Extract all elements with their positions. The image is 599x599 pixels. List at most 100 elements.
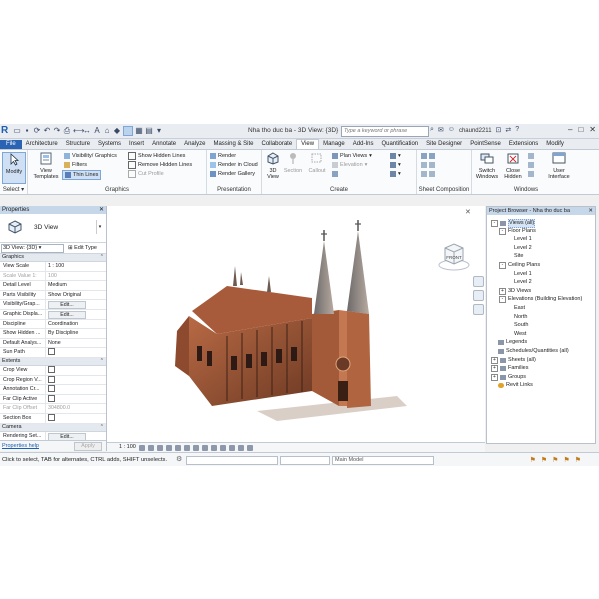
save-icon[interactable]: ▪ — [23, 126, 31, 135]
filters-button[interactable]: Filters — [64, 161, 87, 169]
cut-profile-button[interactable]: Cut Profile — [128, 170, 164, 178]
property-value[interactable] — [46, 375, 106, 385]
checkbox[interactable] — [48, 348, 55, 356]
tab-structure[interactable]: Structure — [62, 140, 94, 149]
property-row[interactable]: Section Box — [0, 413, 106, 424]
property-value[interactable]: Edit... — [46, 432, 106, 441]
browser-node[interactable]: + Families — [491, 365, 528, 373]
property-value[interactable]: 100 — [46, 272, 106, 281]
section-icon[interactable]: ◆ — [113, 126, 121, 135]
remove-hidden-lines-button[interactable]: Remove Hidden Lines — [128, 161, 192, 169]
group-camera[interactable]: Camera ⌃ — [0, 423, 106, 432]
3d-view-canvas[interactable] — [107, 206, 485, 442]
property-value[interactable] — [46, 348, 106, 357]
exchange-icon[interactable]: ⇄ — [505, 126, 511, 136]
property-row[interactable]: Visibility/Grap... Edit... — [0, 300, 106, 310]
apply-button[interactable]: Apply — [74, 442, 102, 451]
worksharing-icon[interactable] — [228, 444, 235, 451]
pan-icon[interactable] — [473, 304, 484, 315]
property-value[interactable]: Medium — [46, 281, 106, 290]
browser-node[interactable]: + Sheets (all) — [491, 356, 536, 364]
open-icon[interactable]: ▭ — [13, 126, 21, 135]
user-interface-button[interactable]: User Interface — [544, 152, 574, 180]
chevron-down-icon[interactable]: ▾ — [96, 220, 103, 234]
checkbox[interactable] — [48, 385, 55, 393]
lock-view-icon[interactable] — [201, 444, 208, 451]
tab-quantification[interactable]: Quantification — [377, 140, 422, 149]
cart-icon[interactable]: ⊡ — [496, 126, 502, 136]
browser-node[interactable]: - Ceiling Plans — [499, 262, 540, 269]
browser-node[interactable]: - Elevations (Building Elevation) — [499, 296, 582, 304]
property-row[interactable]: Scale Value 1: 100 — [0, 271, 106, 282]
maximize-icon[interactable]: □ — [578, 125, 583, 134]
property-row[interactable]: Annotation Cr... — [0, 385, 106, 395]
tab-site-designer[interactable]: Site Designer — [422, 140, 466, 149]
subscription-icon[interactable]: ✉ — [438, 126, 444, 136]
close-hidden-button[interactable]: Close Hidden — [502, 152, 524, 180]
user-icon[interactable]: ☺ — [448, 126, 455, 136]
browser-node[interactable]: Level 2 — [514, 279, 532, 286]
browser-node[interactable]: Legends — [498, 339, 527, 346]
property-value[interactable]: 304800.0 — [46, 404, 106, 413]
thin-lines-button[interactable]: Thin Lines — [62, 170, 102, 180]
expand-icon[interactable]: + — [499, 287, 506, 295]
tab-extensions[interactable]: Extensions — [505, 140, 542, 149]
type-selector[interactable]: 3D View ▾ — [0, 214, 106, 243]
collapse-icon[interactable]: - — [499, 262, 506, 269]
app-logo[interactable]: R — [1, 125, 11, 137]
expand-icon[interactable]: + — [491, 373, 498, 381]
user-name[interactable]: chaund2211 — [459, 126, 492, 136]
tab-add-ins[interactable]: Add-Ins — [349, 140, 378, 149]
sync-icon[interactable]: ⟳ — [33, 126, 41, 135]
tab-architecture[interactable]: Architecture — [22, 140, 62, 149]
section-button[interactable]: Section — [283, 152, 303, 174]
close-icon[interactable]: ✕ — [589, 125, 596, 134]
checkbox[interactable] — [48, 394, 55, 402]
callout-button[interactable]: Callout — [306, 152, 328, 174]
collapse-icon[interactable]: - — [499, 296, 506, 304]
checkbox[interactable] — [48, 366, 55, 374]
group-extents[interactable]: Extents ⌃ — [0, 357, 106, 366]
browser-node[interactable]: Revit Links — [498, 382, 533, 389]
tab-massing-site[interactable]: Massing & Site — [209, 140, 257, 149]
3d-view-button[interactable]: 3D View — [264, 152, 282, 180]
browser-node[interactable]: Level 1 — [514, 236, 532, 243]
browser-node[interactable]: Schedules/Quantities (all) — [498, 348, 569, 355]
edit-button[interactable]: Edit... — [48, 301, 86, 309]
property-value[interactable]: Coordination — [46, 320, 106, 329]
property-row[interactable]: Graphic Displa... Edit... — [0, 309, 106, 320]
collapse-icon[interactable]: ⌃ — [100, 424, 104, 431]
tab-pointsense[interactable]: PointSense — [466, 140, 505, 149]
hide-isolate-icon[interactable] — [210, 444, 217, 451]
browser-node[interactable]: North — [514, 314, 527, 321]
visibility-graphics-button[interactable]: Visibility/ Graphics — [64, 152, 117, 160]
design-option-field[interactable] — [280, 456, 330, 465]
property-value[interactable] — [46, 385, 106, 394]
sheet-button[interactable] — [421, 152, 435, 160]
collapse-icon[interactable]: - — [499, 227, 506, 235]
group-graphics[interactable]: Graphics ⌃ — [0, 254, 106, 262]
constraints-icon[interactable] — [246, 444, 253, 451]
shadows-icon[interactable] — [165, 444, 172, 451]
collapse-icon[interactable]: - — [491, 220, 498, 227]
elevation-button[interactable]: Elevation ▾ — [332, 161, 367, 169]
tab-file[interactable]: File — [0, 140, 22, 149]
print-icon[interactable]: ⎙ — [63, 126, 71, 135]
property-row[interactable]: Default Analys... None — [0, 338, 106, 349]
search-icon[interactable]: ⌕ — [430, 126, 434, 136]
browser-node[interactable]: East — [514, 305, 525, 312]
close-icon[interactable]: ✕ — [465, 208, 471, 216]
property-value[interactable] — [46, 366, 106, 375]
replicate-button[interactable] — [528, 152, 534, 160]
property-row[interactable]: Show Hidden ... By Discipline — [0, 329, 106, 339]
render-gallery-button[interactable]: Render Gallery — [210, 170, 255, 178]
view-selector[interactable]: 3D View: {3D} ▾ — [1, 244, 64, 253]
tab-insert[interactable]: Insert — [125, 140, 148, 149]
property-row[interactable]: Far Clip Active — [0, 394, 106, 405]
property-row[interactable]: View Scale 1 : 100 — [0, 262, 106, 272]
drafting-view-button[interactable] — [332, 170, 338, 178]
browser-node[interactable]: + Groups — [491, 373, 526, 381]
properties-help-link[interactable]: Properties help — [0, 443, 39, 449]
collapse-icon[interactable]: ⌃ — [100, 254, 104, 261]
workset-field[interactable] — [186, 456, 278, 465]
